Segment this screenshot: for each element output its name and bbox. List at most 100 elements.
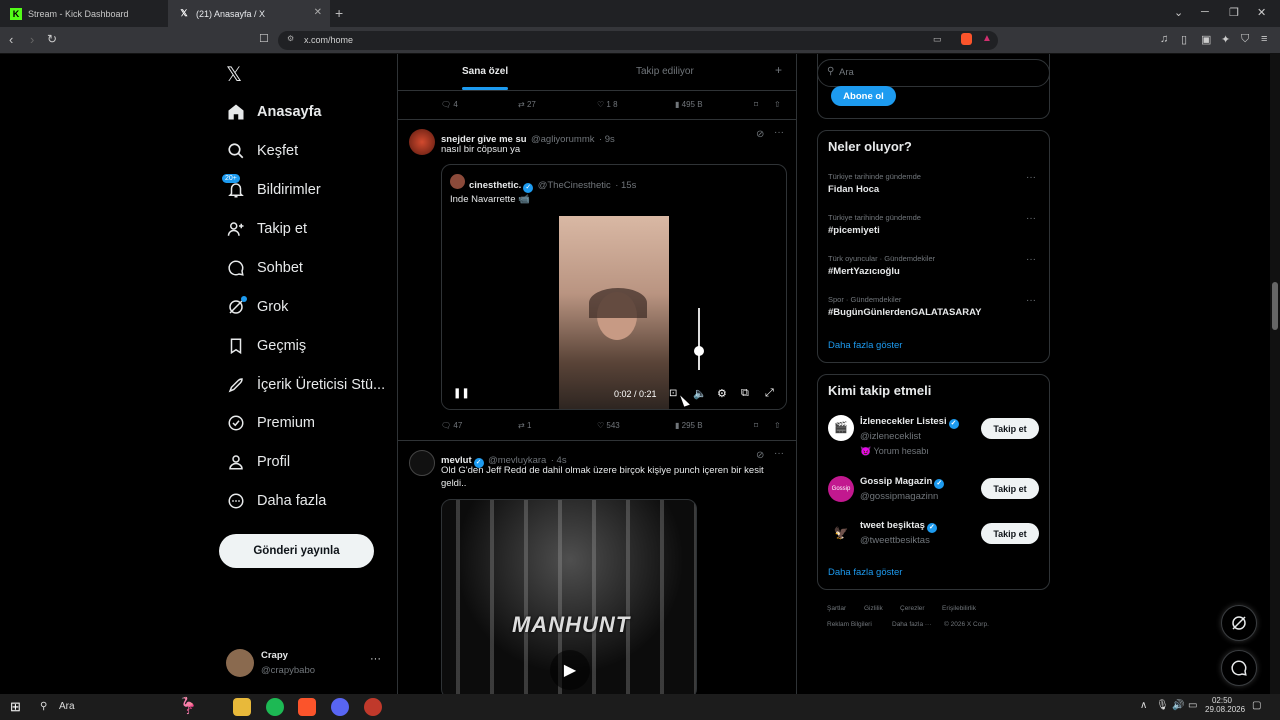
fullscreen-icon[interactable]: ⤢ [765, 387, 774, 400]
messages-floating-button[interactable] [1221, 650, 1257, 686]
cast-icon[interactable]: ▭ [933, 34, 942, 45]
repost-button[interactable]: ⇄ 1 [518, 421, 531, 430]
footer-link-privacy[interactable]: Gizlilik [864, 605, 883, 612]
grok-floating-button[interactable] [1221, 605, 1257, 641]
new-tab-icon[interactable]: + [335, 5, 343, 21]
network-icon[interactable]: ▭ [1188, 700, 1197, 711]
suggestion-name-row[interactable]: tweet beşiktaş ✓ [860, 520, 937, 533]
site-info-icon[interactable]: ⚙ [287, 34, 294, 43]
video-player[interactable]: MANHUNT ▶ [441, 499, 697, 694]
brave-icon[interactable] [298, 698, 316, 716]
volume-icon[interactable]: 🔈 [693, 387, 707, 400]
post[interactable]: mevlut ✓ @mevluykara · 4s ⊘ ··· Old G'den… [398, 441, 796, 694]
more-dots-icon[interactable]: ··· [1026, 295, 1036, 306]
pause-icon[interactable]: ❚❚ [453, 388, 470, 399]
views-button[interactable]: ▮ 295 B [675, 421, 703, 430]
forward-icon[interactable]: › [30, 32, 34, 47]
play-icon[interactable]: ▶ [550, 650, 590, 690]
footer-link-cookies[interactable]: Çerezler [900, 605, 925, 612]
nav-premium[interactable]: Premium [226, 408, 315, 438]
nav-creator-studio[interactable]: İçerik Üreticisi Stü... [226, 370, 385, 400]
wallet-icon[interactable]: ▣ [1201, 33, 1211, 46]
nav-grok[interactable]: Grok [226, 292, 288, 322]
more-dots-icon[interactable]: ··· [370, 653, 381, 665]
nav-explore[interactable]: Keşfet [226, 136, 298, 166]
avatar[interactable]: 🎬 [828, 415, 854, 441]
menu-icon[interactable]: ≡ [1261, 33, 1267, 45]
page-scrollbar[interactable] [1270, 54, 1280, 694]
nav-bookmarks[interactable]: Geçmiş [226, 331, 306, 361]
close-tab-icon[interactable]: ✕ [314, 7, 322, 18]
more-dots-icon[interactable]: ··· [1026, 213, 1036, 224]
brave-shields-icon[interactable] [961, 33, 972, 45]
avatar[interactable]: 🦅 [828, 520, 854, 546]
x-logo-icon[interactable]: 𝕏 [226, 62, 242, 87]
more-dots-icon[interactable]: ··· [1026, 172, 1036, 183]
footer-link-terms[interactable]: Şartlar [827, 605, 846, 612]
url-field[interactable]: ⚙ x.com/home ▭ ▲ [278, 31, 998, 50]
avatar[interactable]: Gossip [828, 476, 854, 502]
post-time[interactable]: · 9s [599, 134, 615, 145]
clock[interactable]: 02:50 29.08.2026 [1205, 696, 1245, 714]
bookmark-icon[interactable]: ⌑ [754, 100, 758, 109]
close-window-icon[interactable]: ✕ [1257, 6, 1266, 19]
nav-notifications[interactable]: 20+ Bildirimler [222, 174, 321, 205]
tab-kick-dashboard[interactable]: K Stream - Kick Dashboard [0, 0, 168, 27]
nav-more[interactable]: Daha fazla [226, 486, 326, 516]
volume-slider-track[interactable] [698, 308, 700, 370]
like-button[interactable]: ♡ 543 [597, 421, 620, 430]
footer-link-more[interactable]: Daha fazla ··· [892, 621, 931, 628]
taskbar-search[interactable]: ⚲ Ara 🦩 [33, 697, 223, 717]
follow-button[interactable]: Takip et [981, 523, 1039, 544]
share-icon[interactable]: ⇧ [774, 421, 781, 430]
brave-rewards-icon[interactable]: ▲ [982, 33, 992, 44]
quoted-post[interactable]: cinesthetic. ✓ @TheCinesthetic · 15s Inde… [441, 164, 787, 410]
post-button[interactable]: Gönderi yayınla [219, 534, 374, 568]
add-tab-icon[interactable]: + [775, 63, 782, 77]
file-explorer-icon[interactable] [233, 698, 251, 716]
bookmark-icon[interactable]: ☐ [259, 32, 269, 45]
windows-start-icon[interactable]: ⊞ [10, 699, 21, 715]
grok-icon[interactable]: ⊘ [756, 450, 764, 461]
tab-following[interactable]: Takip ediliyor [636, 66, 694, 77]
restore-icon[interactable]: ❐ [1229, 6, 1239, 19]
video-player[interactable]: ❚❚ 0:02 / 0:21 ⊡ 🔈 ⚙ ⧉ ⤢ [442, 216, 786, 409]
more-dots-icon[interactable]: ··· [774, 448, 784, 459]
spotify-icon[interactable] [266, 698, 284, 716]
reload-icon[interactable]: ↻ [47, 32, 57, 46]
more-dots-icon[interactable]: ··· [1026, 254, 1036, 265]
author-handle[interactable]: @agliyorummk [531, 134, 595, 145]
scrollbar-thumb[interactable] [1272, 282, 1278, 330]
nav-chat[interactable]: Sohbet [226, 253, 303, 283]
leo-ai-icon[interactable]: ✦ [1221, 33, 1230, 46]
grok-icon[interactable]: ⊘ [756, 129, 764, 140]
tab-for-you[interactable]: Sana özel [462, 66, 508, 77]
sidebar-icon[interactable]: ▯ [1181, 33, 1187, 46]
tab-list-icon[interactable]: ⌄ [1174, 6, 1183, 19]
captions-icon[interactable]: ⊡ [669, 388, 677, 399]
show-more-follow-link[interactable]: Daha fazla göster [828, 567, 902, 578]
repost-button[interactable]: ⇄ 27 [518, 100, 536, 109]
vpn-icon[interactable]: ⛉ [1241, 33, 1249, 46]
suggestion-name-row[interactable]: Gossip Magazin ✓ [860, 476, 945, 489]
tab-x-home[interactable]: 𝕏 (21) Anasayfa / X ✕ [168, 0, 330, 27]
account-switcher[interactable]: Crapy @crapybabo ··· [226, 649, 386, 679]
back-icon[interactable]: ‹ [9, 32, 13, 47]
tray-chevron-icon[interactable]: ∧ [1140, 700, 1147, 711]
views-button[interactable]: ▮ 495 B [675, 100, 703, 109]
share-icon[interactable]: ⇧ [774, 100, 781, 109]
obs-icon[interactable] [364, 698, 382, 716]
more-dots-icon[interactable]: ··· [774, 127, 784, 138]
minimize-icon[interactable]: ─ [1201, 6, 1209, 18]
nav-follow[interactable]: Takip et [226, 214, 307, 244]
suggestion-name-row[interactable]: İzlenecekler Listesi ✓ [860, 416, 959, 429]
discord-icon[interactable] [331, 698, 349, 716]
subscribe-button[interactable]: Abone ol [831, 86, 896, 106]
show-more-trends-link[interactable]: Daha fazla göster [828, 340, 902, 351]
volume-slider-thumb[interactable] [694, 346, 704, 356]
reply-button[interactable]: 🗨 47 [441, 421, 462, 430]
pip-icon[interactable]: ⧉ [741, 387, 749, 400]
nav-home[interactable]: Anasayfa [226, 97, 321, 127]
like-button[interactable]: ♡ 1 8 [597, 100, 618, 109]
notifications-icon[interactable]: ▢ [1252, 700, 1261, 711]
